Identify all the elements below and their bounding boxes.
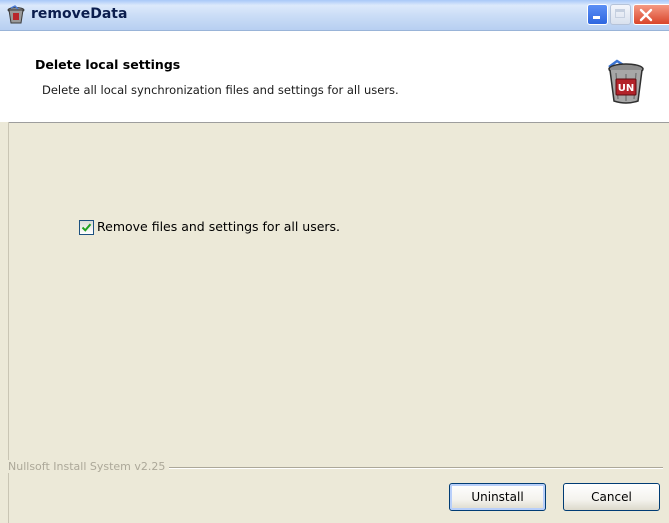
- close-button[interactable]: [633, 4, 669, 25]
- branding-text: Nullsoft Install System v2.25: [8, 460, 170, 473]
- checkmark-icon: [81, 223, 92, 232]
- minimize-button[interactable]: [587, 4, 608, 25]
- remove-all-label[interactable]: Remove files and settings for all users.: [97, 219, 340, 234]
- page-subtitle: Delete all local synchronization files a…: [42, 83, 399, 97]
- branding-separator: Nullsoft Install System v2.25: [8, 460, 663, 473]
- window-title: removeData: [31, 6, 128, 22]
- uninstall-button[interactable]: Uninstall: [449, 483, 546, 511]
- svg-text:UN: UN: [618, 83, 635, 94]
- uninstall-bin-icon: UN: [603, 59, 649, 105]
- header-panel: Delete local settings Delete all local s…: [0, 31, 669, 123]
- page-title: Delete local settings: [35, 57, 181, 72]
- recycle-bin-icon: [6, 5, 26, 25]
- cancel-button[interactable]: Cancel: [563, 483, 660, 511]
- maximize-button[interactable]: [610, 4, 631, 25]
- remove-all-checkbox[interactable]: [79, 220, 94, 235]
- close-icon: [639, 8, 653, 22]
- title-bar[interactable]: removeData: [0, 0, 669, 31]
